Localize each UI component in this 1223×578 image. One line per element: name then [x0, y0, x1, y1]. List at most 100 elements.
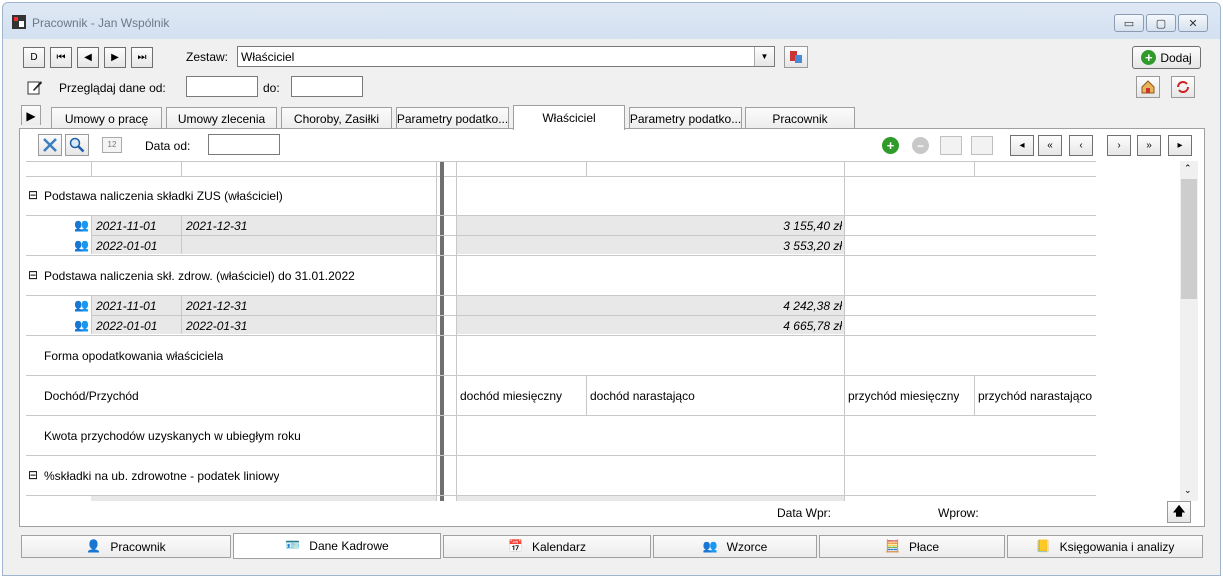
zestaw-value: Właściciel [241, 50, 295, 64]
bottom-tab-place[interactable]: 🧮 Płace [819, 535, 1005, 558]
house-arrow-icon [1141, 80, 1155, 94]
minimize-button[interactable]: ▭ [1114, 14, 1144, 32]
date-from-cell: 2021-11-01 [96, 219, 157, 233]
group3-toggle[interactable]: ⊟ [28, 468, 38, 482]
tools-icon [43, 138, 57, 152]
tab-parametry-podatkowe-2[interactable]: Parametry podatko... [629, 107, 742, 129]
tab-umowy-o-prace[interactable]: Umowy o pracę [51, 107, 162, 129]
tab-label: Umowy o pracę [64, 111, 149, 126]
grid-first-button[interactable]: « [1038, 135, 1062, 156]
tab-choroby-zasilki[interactable]: Choroby, Zasiłki [281, 107, 392, 129]
panel-toolbar: 12 Data od: + − ◂ « ‹ › » ▸ [20, 129, 1204, 161]
last-record-button[interactable]: ⏭ [131, 47, 153, 68]
do-label: do: [263, 81, 280, 95]
group1-toggle[interactable]: ⊟ [28, 188, 38, 202]
grid-last-button[interactable]: » [1137, 135, 1161, 156]
bottom-tab-pracownik[interactable]: 👤 Pracownik [21, 535, 231, 558]
zestaw-select[interactable]: Właściciel ▼ [237, 46, 775, 67]
tab-label: Księgowania i analizy [1059, 539, 1175, 554]
calendar-icon: 📅 [507, 538, 523, 553]
arrow-left-small-icon: ◂ [1019, 140, 1025, 151]
grid-next-button[interactable]: ▸ [1168, 135, 1192, 156]
next-record-button[interactable]: ▶ [104, 47, 126, 68]
bottom-tab-dane-kadrowe[interactable]: 🪪 Dane Kadrowe [233, 533, 441, 559]
add-row-icon[interactable]: + [882, 137, 899, 154]
chevron-right-icon: › [1117, 140, 1121, 151]
minimize-icon: ▭ [1123, 17, 1135, 30]
copy-row-icon[interactable] [971, 136, 993, 155]
tabs-scroll-button[interactable]: ▶ [21, 105, 41, 125]
chevron-left-icon: ‹ [1079, 140, 1083, 151]
scroll-down-icon[interactable]: ⌄ [1184, 485, 1192, 496]
wprow-label: Wprow: [938, 506, 979, 520]
first-record-button[interactable]: ⏮ [50, 47, 72, 68]
tab-label: Pracownik [110, 539, 166, 554]
prev-icon: ◀ [84, 52, 92, 63]
edit-note-icon[interactable] [27, 79, 43, 95]
scroll-top-button[interactable]: 🡅 [1167, 501, 1191, 523]
wlasciciel-panel: 12 Data od: + − ◂ « ‹ › » ▸ ⊟ Podstawa n… [19, 128, 1205, 527]
export-button[interactable] [1136, 76, 1160, 98]
amount-cell: 3 155,40 zł [783, 219, 842, 233]
remove-row-icon[interactable]: − [912, 137, 929, 154]
data-wpr-label: Data Wpr: [777, 506, 832, 520]
edit-row-icon[interactable] [940, 136, 962, 155]
chevron-down-icon: ▼ [760, 52, 769, 61]
employee-window: Pracownik - Jan Wspólnik ▭ ▢ ✕ D ⏮ ◀ ▶ ⏭… [2, 2, 1221, 576]
grid-back-button[interactable]: ‹ [1069, 135, 1093, 156]
filter-settings-icon [790, 51, 802, 63]
refresh-button[interactable] [1171, 76, 1195, 98]
tab-label: Wzorce [726, 539, 768, 554]
bottom-tab-kalendarz[interactable]: 📅 Kalendarz [443, 535, 651, 558]
tab-parametry-podatkowe-1[interactable]: Parametry podatko... [396, 107, 509, 129]
przychod-narastajaco-header: przychód narastająco [978, 389, 1093, 403]
date-to-cell: 2022-01-31 [186, 319, 248, 333]
tab-pracownik[interactable]: Pracownik [745, 107, 855, 129]
zestaw-dropdown-button[interactable]: ▼ [754, 47, 774, 66]
grid-vertical-scrollbar[interactable]: ⌃ ⌄ [1180, 161, 1198, 501]
window-body: D ⏮ ◀ ▶ ⏭ Zestaw: Właściciel ▼ + Dodaj P… [9, 39, 1214, 571]
kwota-przychodow-label: Kwota przychodów uzyskanych w ubiegłym r… [44, 429, 301, 443]
amount-cell: 4 665,78 zł [783, 319, 842, 333]
title-bar: Pracownik - Jan Wspólnik ▭ ▢ ✕ [3, 3, 1220, 39]
dochod-narastajaco-header: dochód narastająco [590, 389, 695, 403]
record-new-button[interactable]: D [23, 47, 45, 68]
window-title: Pracownik - Jan Wspólnik [32, 16, 170, 30]
group2-toggle[interactable]: ⊟ [28, 268, 38, 282]
calendar-icon[interactable]: 12 [102, 137, 122, 153]
document-icon: D [30, 52, 38, 63]
tools-button[interactable] [38, 134, 62, 156]
first-icon: ⏮ [56, 52, 66, 63]
search-button[interactable] [65, 134, 89, 156]
grid-forward-button[interactable]: › [1107, 135, 1131, 156]
dodaj-button[interactable]: + Dodaj [1132, 46, 1201, 69]
date-to-input[interactable] [291, 76, 363, 97]
tab-umowy-zlecenia[interactable]: Umowy zlecenia [166, 107, 277, 129]
date-to-cell: 2021-12-31 [186, 299, 248, 313]
maximize-button[interactable]: ▢ [1146, 14, 1176, 32]
scroll-thumb[interactable] [1181, 179, 1197, 299]
next-icon: ▶ [111, 52, 119, 63]
bottom-tab-ksiegowania[interactable]: 📒 Księgowania i analizy [1007, 535, 1203, 558]
tab-label: Pracownik [772, 111, 828, 126]
calculator-icon: 🧮 [884, 538, 900, 553]
scroll-up-icon[interactable]: ⌃ [1184, 163, 1192, 174]
people-icon: 👥 [702, 538, 718, 553]
date-from-input[interactable] [186, 76, 258, 97]
owner-params-grid: ⊟ Podstawa naliczenia składki ZUS (właśc… [26, 161, 1096, 501]
zestaw-settings-button[interactable] [784, 46, 808, 68]
date-from-cell: 2022-01-01 [96, 239, 158, 253]
close-button[interactable]: ✕ [1178, 14, 1208, 32]
double-chevron-right-icon: » [1146, 140, 1152, 151]
data-od-label: Data od: [145, 139, 191, 153]
grid-prev-button[interactable]: ◂ [1010, 135, 1034, 156]
bottom-tab-wzorce[interactable]: 👥 Wzorce [653, 535, 817, 558]
forma-opodatkowania-label: Forma opodatkowania właściciela [44, 349, 224, 363]
prev-record-button[interactable]: ◀ [77, 47, 99, 68]
data-od-input[interactable] [208, 134, 280, 155]
tab-label: Płace [908, 539, 940, 554]
tab-wlasciciel[interactable]: Właściciel [513, 105, 625, 130]
tab-label: Umowy zlecenia [177, 111, 266, 126]
amount-cell: 3 553,20 zł [783, 239, 842, 253]
date-to-cell: 2021-12-31 [186, 219, 248, 233]
